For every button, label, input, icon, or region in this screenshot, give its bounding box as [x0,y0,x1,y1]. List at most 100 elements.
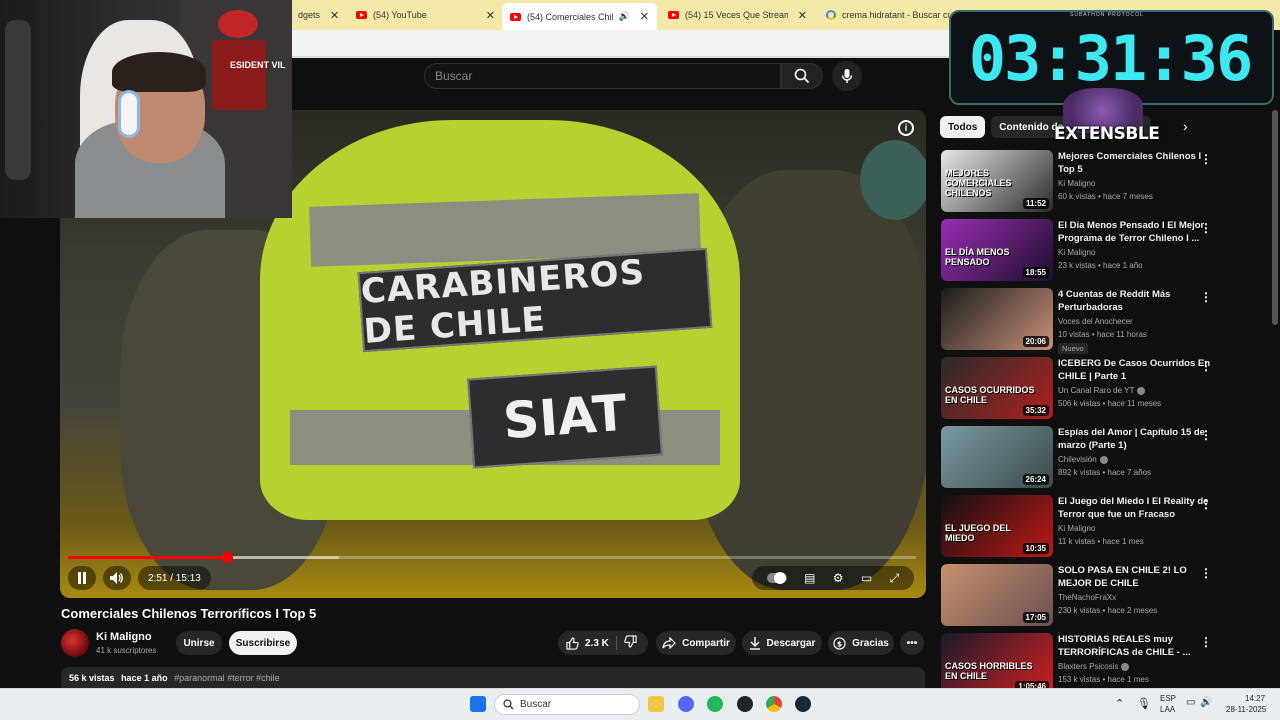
video-thumbnail[interactable]: EL JUEGO DEL MIEDO 10:35 [941,495,1053,557]
recommendation-title[interactable]: HISTORIAS REALES muy TERRORÍFICAS de CHI… [1058,633,1213,659]
more-vertical-icon[interactable]: ⋮ [1200,221,1212,235]
search-button[interactable] [781,63,823,89]
volume-button[interactable] [103,566,131,590]
video-thumbnail[interactable]: CASOS OCURRIDOS EN CHILE 35:32 [941,357,1053,419]
miniplayer-icon[interactable]: ▭ [861,572,872,584]
more-vertical-icon[interactable]: ⋮ [1200,428,1212,442]
channel-name[interactable]: Ki Maligno [96,631,152,643]
download-button[interactable]: Descargar [742,631,822,655]
join-button[interactable]: Unirse [176,631,222,655]
speaker-icon[interactable]: 🔊 [619,11,630,22]
recommendation-channel[interactable]: Blaxters Psicosis [1058,662,1130,671]
recommendation-channel[interactable]: Un Canal Raro de YT [1058,386,1146,395]
autoplay-toggle-icon[interactable] [766,572,787,584]
browser-tab[interactable]: crema hidratant - Buscar con G [818,4,958,26]
more-actions-button[interactable]: ••• [900,631,924,655]
more-vertical-icon[interactable]: ⋮ [1200,635,1212,649]
steam-icon[interactable] [795,696,811,712]
close-icon[interactable]: ✕ [798,9,807,22]
recommendation-channel[interactable]: Ki Maligno [1058,179,1095,188]
microphone-icon[interactable]: 🎙 [1137,697,1151,710]
info-icon[interactable]: i [898,120,914,136]
recommendation-item[interactable]: 17:05 SOLO PASA EN CHILE 2! LO MEJOR DE C… [941,564,1231,628]
network-icon[interactable]: ▭ [1186,697,1195,708]
recommendation-title[interactable]: Mejores Comerciales Chilenos I Top 5 [1058,150,1213,176]
share-button[interactable]: Compartir [656,631,736,655]
recommendation-channel[interactable]: Ki Maligno [1058,248,1095,257]
recommendation-item[interactable]: 20:06 4 Cuentas de Reddit Más Perturbador… [941,288,1231,354]
vest-patch-text: SIAT [467,365,663,469]
recommendation-item[interactable]: EL DÍA MENOS PENSADO 18:55 El Día Menos Pe… [941,219,1231,283]
chevron-up-icon[interactable]: ⌃ [1115,697,1124,710]
search-input[interactable]: Buscar [424,63,781,89]
address-bar[interactable] [290,30,950,56]
more-horizontal-icon: ••• [906,637,918,649]
avatar[interactable] [61,629,89,657]
chip-all[interactable]: Todos [940,116,986,138]
thumbs-down-icon[interactable] [624,635,637,651]
close-icon[interactable]: ✕ [640,10,649,23]
fullscreen-icon[interactable]: ⤢ [890,572,900,584]
more-vertical-icon[interactable]: ⋮ [1200,359,1212,373]
taskbar-search[interactable]: Buscar [494,694,640,715]
browser-tab[interactable]: (54) 15 Veces Que Streamers Se ✕ [660,4,815,26]
subscribe-button[interactable]: Suscribirse [229,631,297,655]
windows-start-icon[interactable] [470,696,486,712]
progress-scrubber[interactable] [221,552,233,563]
recommendation-title[interactable]: ICEBERG De Casos Ocurridos En CHILE | Pa… [1058,357,1213,383]
recommendation-title[interactable]: 4 Cuentas de Reddit Más Perturbadoras [1058,288,1213,314]
video-thumbnail[interactable]: 26:24 [941,426,1053,488]
recommendation-item[interactable]: EL JUEGO DEL MIEDO 10:35 El Juego del Mied… [941,495,1231,559]
tab-label: crema hidratant - Buscar con G [842,10,950,20]
clock-time[interactable]: 14:27 [1245,694,1265,703]
subscribe-label: Suscribirse [235,637,291,649]
video-thumbnail[interactable]: EL DÍA MENOS PENSADO 18:55 [941,219,1053,281]
spotify-icon[interactable] [707,696,723,712]
more-vertical-icon[interactable]: ⋮ [1200,497,1212,511]
progress-bar[interactable] [68,552,916,563]
search-icon [794,68,810,84]
video-thumbnail[interactable]: 17:05 [941,564,1053,626]
recommendation-channel[interactable]: Ki Maligno [1058,524,1095,533]
recommendation-title[interactable]: SOLO PASA EN CHILE 2! LO MEJOR DE CHILE [1058,564,1213,590]
recommendation-title[interactable]: El Juego del Miedo I El Reality de Terro… [1058,495,1213,521]
chevron-right-icon[interactable]: › [1183,118,1188,134]
recommendation-item[interactable]: MEJORES COMERCIALES CHILENOS 11:52 Mejores… [941,150,1231,214]
description-box[interactable]: 56 k vistas hace 1 año #paranormal #terr… [61,667,925,689]
recommendation-item[interactable]: 26:24 Espías del Amor | Capítulo 15 de ma… [941,426,1231,490]
language-indicator[interactable]: ESP [1160,694,1176,703]
video-thumbnail[interactable]: CASOS HORRIBLES EN CHILE 1:05:46 [941,633,1053,695]
close-icon[interactable]: ✕ [486,9,495,22]
browser-tab-active[interactable]: (54) Comerciales Chilenos T 🔊 ✕ [502,3,657,30]
obs-icon[interactable] [737,696,753,712]
recommendation-title[interactable]: Espías del Amor | Capítulo 15 de marzo (… [1058,426,1213,452]
recommendation-item[interactable]: CASOS OCURRIDOS EN CHILE 35:32 ICEBERG De … [941,357,1231,421]
recommendation-title[interactable]: El Día Menos Pensado I El Mejor Programa… [1058,219,1213,245]
recommendation-meta: 10 vistas • hace 11 horas [1058,330,1147,339]
browser-tab[interactable]: (54) YouTube ✕ [348,4,503,26]
duration-badge: 18:55 [1022,267,1049,278]
thanks-button[interactable]: $ Gracias [828,631,894,655]
voice-search-button[interactable] [832,61,862,91]
discord-icon[interactable] [678,696,694,712]
chrome-icon[interactable] [766,696,782,712]
subtitles-icon[interactable]: ▤ [804,572,815,584]
file-explorer-icon[interactable] [648,696,664,712]
settings-icon[interactable]: ⚙ [833,572,844,584]
browser-tab[interactable]: dgets ✕ [290,4,348,26]
video-thumbnail[interactable]: MEJORES COMERCIALES CHILENOS 11:52 [941,150,1053,212]
volume-icon[interactable]: 🔊 [1200,697,1212,708]
more-vertical-icon[interactable]: ⋮ [1200,566,1212,580]
like-button[interactable]: 2.3 K [558,631,648,655]
recommendation-channel[interactable]: Voces del Anochecer [1058,317,1133,326]
recommendation-channel[interactable]: TheNachoFraXx [1058,593,1116,602]
video-title: Comerciales Chilenos Terroríficos I Top … [61,606,317,621]
video-thumbnail[interactable]: 20:06 [941,288,1053,350]
close-icon[interactable]: ✕ [330,9,339,22]
pause-button[interactable] [68,566,96,590]
more-vertical-icon[interactable]: ⋮ [1200,152,1212,166]
scrollbar[interactable] [1272,110,1278,325]
recommendation-channel[interactable]: Chilevisión [1058,455,1108,464]
more-vertical-icon[interactable]: ⋮ [1200,290,1212,304]
hashtags[interactable]: #paranormal #terror #chile [174,673,280,683]
